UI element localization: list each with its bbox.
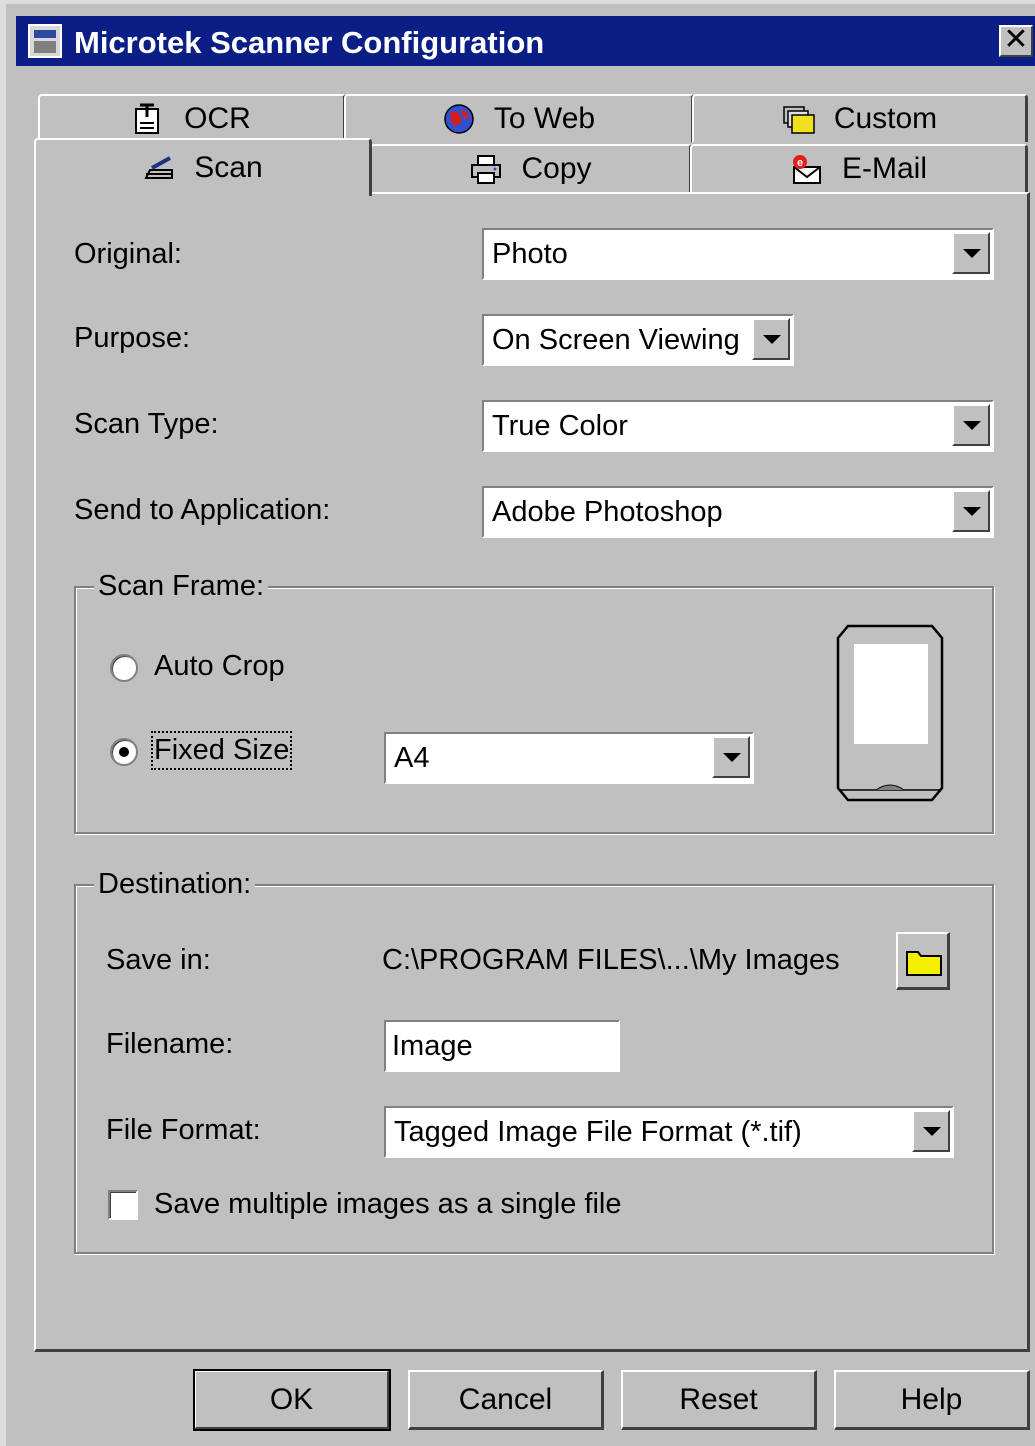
- file-format-dropdown-button[interactable]: [912, 1110, 950, 1152]
- purpose-select[interactable]: On Screen Viewing: [482, 314, 794, 366]
- send-to-dropdown-button[interactable]: [952, 490, 990, 532]
- help-button[interactable]: Help: [834, 1370, 1030, 1430]
- folders-icon: [782, 103, 816, 135]
- multi-single-file-label[interactable]: Save multiple images as a single file: [154, 1188, 621, 1221]
- tab-custom[interactable]: Custom: [692, 94, 1028, 142]
- tab-custom-label: Custom: [833, 102, 938, 135]
- tab-ocr[interactable]: OCR: [38, 94, 346, 142]
- purpose-label: Purpose:: [74, 322, 191, 354]
- scan-type-select[interactable]: True Color: [482, 400, 994, 452]
- scan-frame-title: Scan Frame:: [94, 570, 268, 603]
- scan-type-value: True Color: [492, 410, 628, 442]
- original-value: Photo: [492, 238, 568, 270]
- original-select[interactable]: Photo: [482, 228, 994, 280]
- ocr-document-icon: [132, 103, 166, 135]
- scan-type-dropdown-button[interactable]: [952, 404, 990, 446]
- tab-ocr-label: OCR: [184, 102, 251, 135]
- ok-button[interactable]: OK: [193, 1369, 391, 1431]
- file-format-value: Tagged Image File Format (*.tif): [394, 1116, 802, 1148]
- chevron-down-icon: [963, 507, 981, 516]
- tab-copy[interactable]: Copy: [370, 144, 692, 192]
- chevron-down-icon: [763, 335, 781, 344]
- frame-size-select[interactable]: A4: [384, 732, 754, 784]
- tab-copy-label: Copy: [521, 152, 592, 185]
- globe-icon: [442, 103, 476, 135]
- chevron-down-icon: [963, 249, 981, 258]
- filename-label: Filename:: [106, 1028, 234, 1060]
- scan-type-label: Scan Type:: [74, 408, 219, 440]
- multi-single-file-checkbox[interactable]: [108, 1190, 138, 1220]
- chevron-down-icon: [723, 753, 741, 762]
- fixed-size-label[interactable]: Fixed Size: [150, 731, 293, 770]
- scanner-config-dialog: Microtek Scanner Configuration ✕ OCR To …: [0, 0, 1035, 1446]
- printer-icon: [469, 153, 503, 185]
- chevron-down-icon: [923, 1127, 941, 1136]
- frame-size-value: A4: [394, 742, 430, 774]
- chevron-down-icon: [963, 421, 981, 430]
- scan-settings-panel: Original: Photo Purpose: On Screen Viewi…: [34, 192, 1030, 1352]
- purpose-value: On Screen Viewing: [492, 324, 740, 356]
- save-in-path: C:\PROGRAM FILES\...\My Images: [382, 944, 840, 976]
- folder-icon: [904, 944, 944, 983]
- cancel-button[interactable]: Cancel: [408, 1370, 604, 1430]
- save-in-label: Save in:: [106, 944, 211, 976]
- tab-to-web-label: To Web: [493, 102, 596, 135]
- browse-folder-button[interactable]: [896, 932, 950, 990]
- scanner-icon: [142, 152, 176, 184]
- file-format-select[interactable]: Tagged Image File Format (*.tif): [384, 1106, 954, 1158]
- reset-button[interactable]: Reset: [621, 1370, 817, 1430]
- scanner-bed-preview-icon: [836, 622, 944, 804]
- email-icon: e: [790, 153, 824, 185]
- purpose-dropdown-button[interactable]: [752, 318, 790, 360]
- close-button[interactable]: ✕: [999, 25, 1033, 57]
- destination-title: Destination:: [94, 868, 256, 901]
- send-to-label: Send to Application:: [74, 494, 331, 526]
- filename-input[interactable]: [384, 1020, 620, 1072]
- send-to-value: Adobe Photoshop: [492, 496, 723, 528]
- tab-email-label: E-Mail: [841, 152, 927, 185]
- original-label: Original:: [74, 238, 182, 270]
- tab-scan[interactable]: Scan: [34, 138, 372, 196]
- fixed-size-radio[interactable]: [110, 738, 138, 766]
- frame-size-dropdown-button[interactable]: [712, 736, 750, 778]
- auto-crop-radio[interactable]: [110, 654, 138, 682]
- original-dropdown-button[interactable]: [952, 232, 990, 274]
- send-to-select[interactable]: Adobe Photoshop: [482, 486, 994, 538]
- window-title: Microtek Scanner Configuration: [74, 25, 545, 60]
- auto-crop-label[interactable]: Auto Crop: [154, 650, 285, 683]
- tab-email[interactable]: e E-Mail: [690, 144, 1028, 192]
- tab-to-web[interactable]: To Web: [344, 94, 694, 142]
- file-format-label: File Format:: [106, 1114, 261, 1146]
- tab-scan-label: Scan: [194, 151, 263, 184]
- app-window-icon: [28, 24, 62, 58]
- title-bar[interactable]: Microtek Scanner Configuration ✕: [16, 16, 1035, 66]
- svg-text:e: e: [797, 157, 803, 169]
